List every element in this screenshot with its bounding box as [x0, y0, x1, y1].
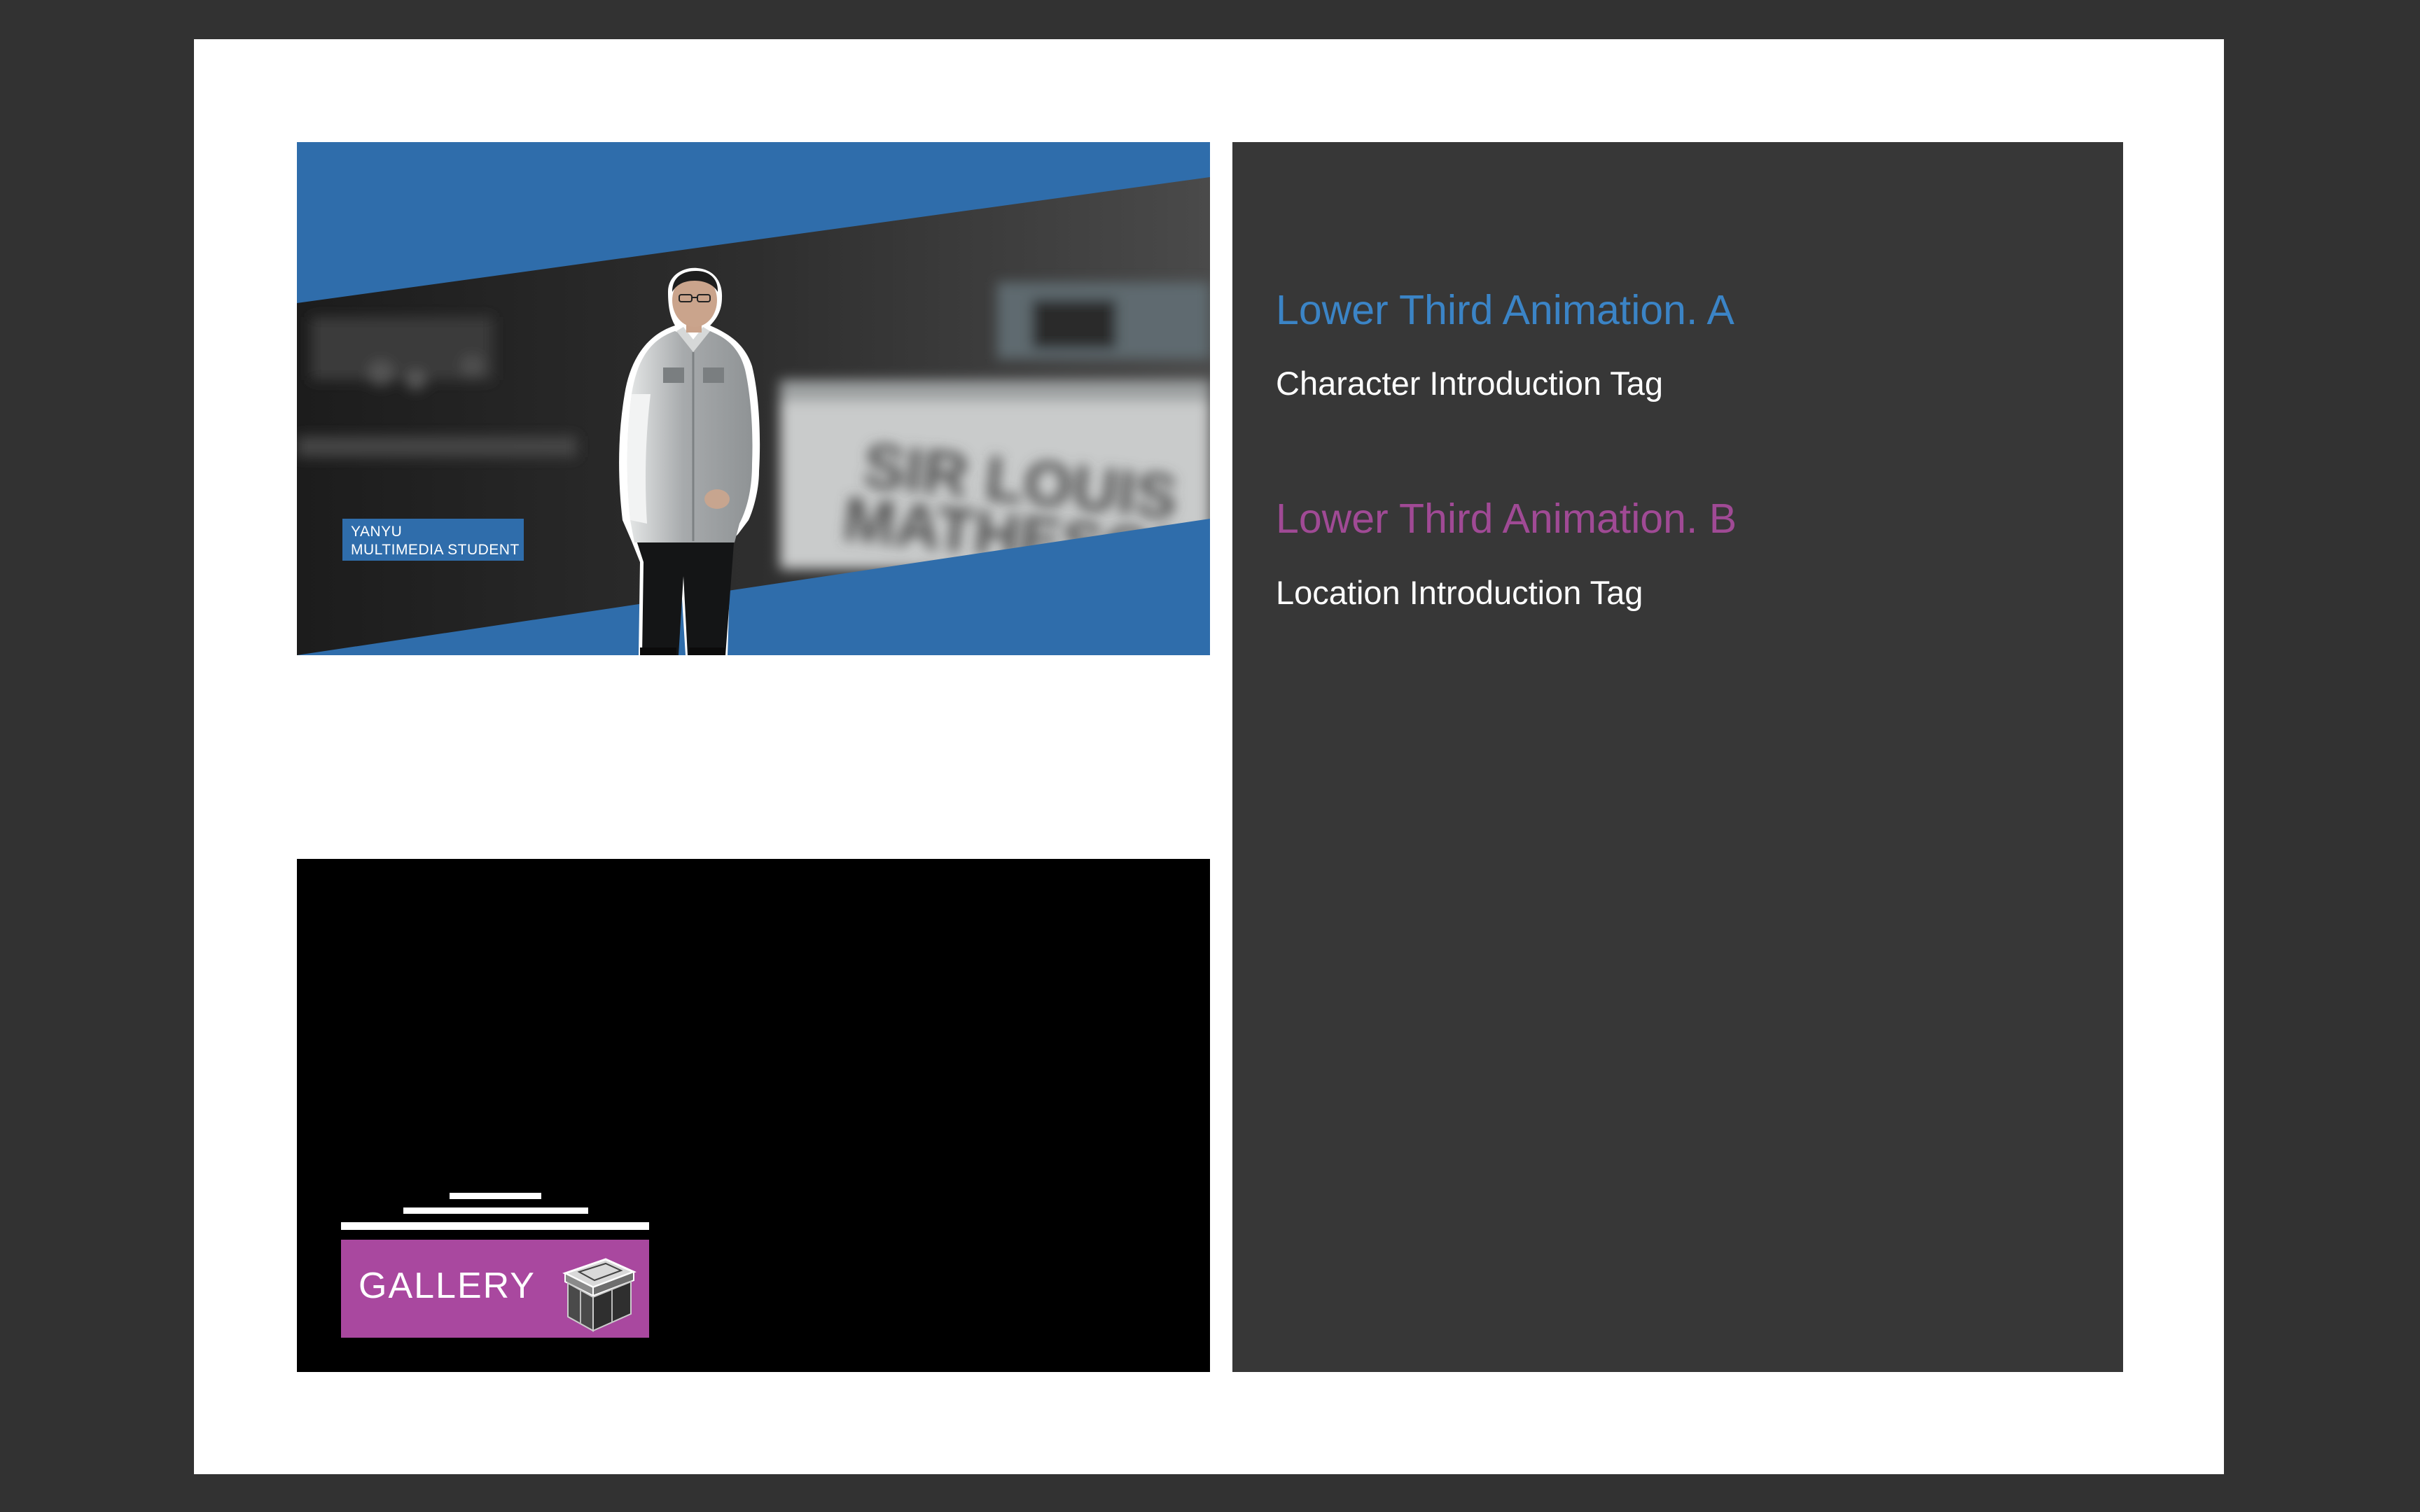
subtitle-animation-a: Character Introduction Tag	[1276, 365, 1664, 402]
stack-bar-middle	[403, 1208, 588, 1214]
subtitle-animation-b: Location Introduction Tag	[1276, 574, 1643, 611]
heading-animation-b: Lower Third Animation. B	[1276, 496, 1737, 542]
display-case-icon	[562, 1258, 637, 1332]
preview-a-artwork: SIR LOUIS MATHESON	[297, 142, 1210, 655]
stack-bar-bottom	[341, 1222, 649, 1230]
slide-canvas: SIR LOUIS MATHESON YANYU MULTIMEDIA STUD…	[194, 39, 2224, 1474]
preview-lower-third-b[interactable]: GALLERY	[297, 859, 1210, 1372]
location-tag-label: GALLERY	[359, 1266, 536, 1306]
info-panel: Lower Third Animation. A Character Intro…	[1232, 142, 2123, 1372]
character-name-tag: YANYU MULTIMEDIA STUDENT	[342, 519, 524, 561]
location-tag: GALLERY	[341, 1240, 649, 1338]
name-tag-line-2: MULTIMEDIA STUDENT	[351, 542, 520, 558]
name-tag-line-1: YANYU	[351, 524, 403, 540]
preview-lower-third-a[interactable]: SIR LOUIS MATHESON YANYU MULTIMEDIA STUD…	[297, 142, 1210, 655]
stack-bar-top	[450, 1193, 541, 1199]
heading-animation-a: Lower Third Animation. A	[1276, 287, 1734, 333]
